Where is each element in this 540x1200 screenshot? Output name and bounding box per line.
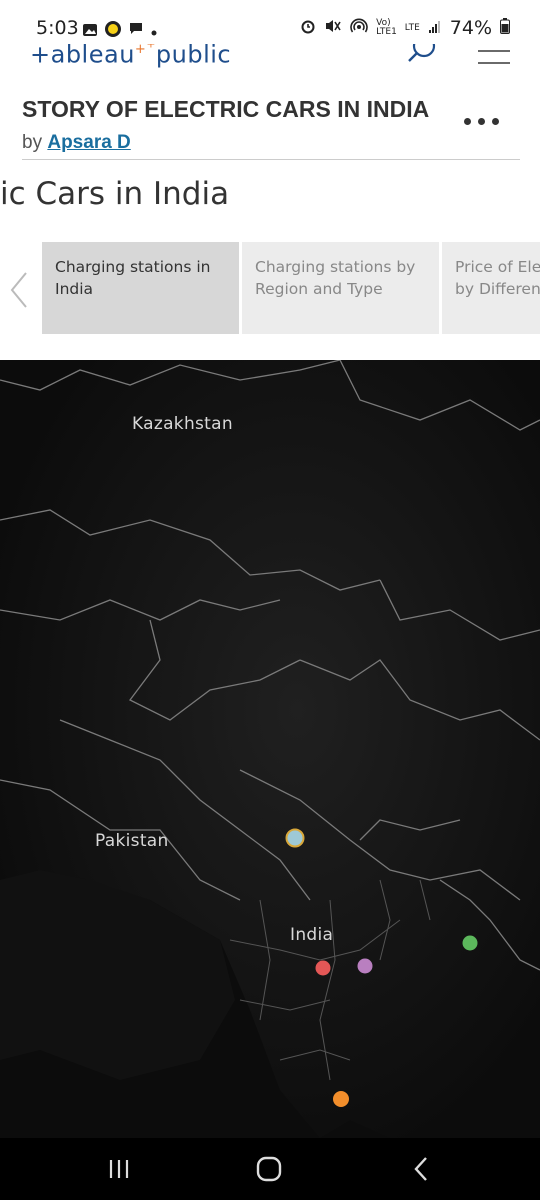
- app-header: +ableau++public: [0, 44, 540, 72]
- recents-icon[interactable]: [102, 1152, 136, 1186]
- mute-icon: [324, 17, 342, 39]
- map-marker[interactable]: [357, 958, 373, 974]
- map-marker[interactable]: [462, 935, 478, 951]
- map-label-kazakhstan: Kazakhstan: [132, 414, 233, 434]
- tableau-public-logo[interactable]: +ableau++public: [30, 44, 231, 68]
- menu-icon[interactable]: [477, 46, 511, 68]
- author-link[interactable]: Apsara D: [47, 132, 130, 153]
- dot-icon: [150, 22, 158, 41]
- more-dot-icon: [492, 118, 499, 125]
- story-title: STORY OF ELECTRIC CARS IN INDIA: [22, 96, 430, 122]
- map-marker[interactable]: [333, 1091, 349, 1107]
- home-icon[interactable]: [252, 1152, 286, 1186]
- byline: by Apsara D: [22, 132, 131, 154]
- battery-icon: [500, 17, 510, 39]
- search-icon[interactable]: [405, 44, 439, 68]
- lte-indicator: LTE: [404, 22, 420, 33]
- signal-icon: [428, 17, 442, 39]
- story-subtitle: ic Cars in India: [0, 176, 230, 212]
- alarm-icon: [300, 17, 316, 39]
- more-dot-icon: [464, 118, 471, 125]
- story-header: STORY OF ELECTRIC CARS IN INDIA by Apsar…: [0, 72, 540, 360]
- map-marker[interactable]: [315, 960, 331, 976]
- map-marker[interactable]: [285, 828, 305, 848]
- status-time: 5:03: [36, 17, 79, 39]
- story-point-1[interactable]: Charging stations in India: [42, 242, 239, 334]
- map-canvas: [0, 360, 540, 1138]
- more-dot-icon: [478, 118, 485, 125]
- battery-percent: 74%: [449, 17, 492, 39]
- previous-story-point-button[interactable]: [6, 270, 32, 310]
- back-icon[interactable]: [404, 1152, 438, 1186]
- map-label-india: India: [290, 925, 334, 945]
- system-status-icons: Vo) LTE1 LTE 74%: [300, 17, 510, 39]
- chat-icon: [128, 21, 144, 41]
- hotspot-icon: [350, 17, 368, 39]
- volte-indicator: Vo) LTE1: [376, 18, 397, 37]
- map-view[interactable]: Kazakhstan Pakistan India: [0, 360, 540, 1138]
- more-options-button[interactable]: [464, 118, 510, 132]
- map-label-pakistan: Pakistan: [95, 831, 169, 851]
- by-label: by: [22, 132, 43, 153]
- story-point-2[interactable]: Charging stations by Region and Type: [242, 242, 439, 334]
- notification-icons: [82, 20, 158, 42]
- story-point-3[interactable]: Price of Elec by Different: [442, 242, 540, 334]
- image-icon: [82, 22, 98, 41]
- snapchat-icon: [104, 20, 122, 42]
- status-bar: 5:03 Vo) LTE1 LTE 74%: [0, 0, 540, 44]
- system-nav-bar: [0, 1138, 540, 1200]
- header-divider: [22, 159, 520, 160]
